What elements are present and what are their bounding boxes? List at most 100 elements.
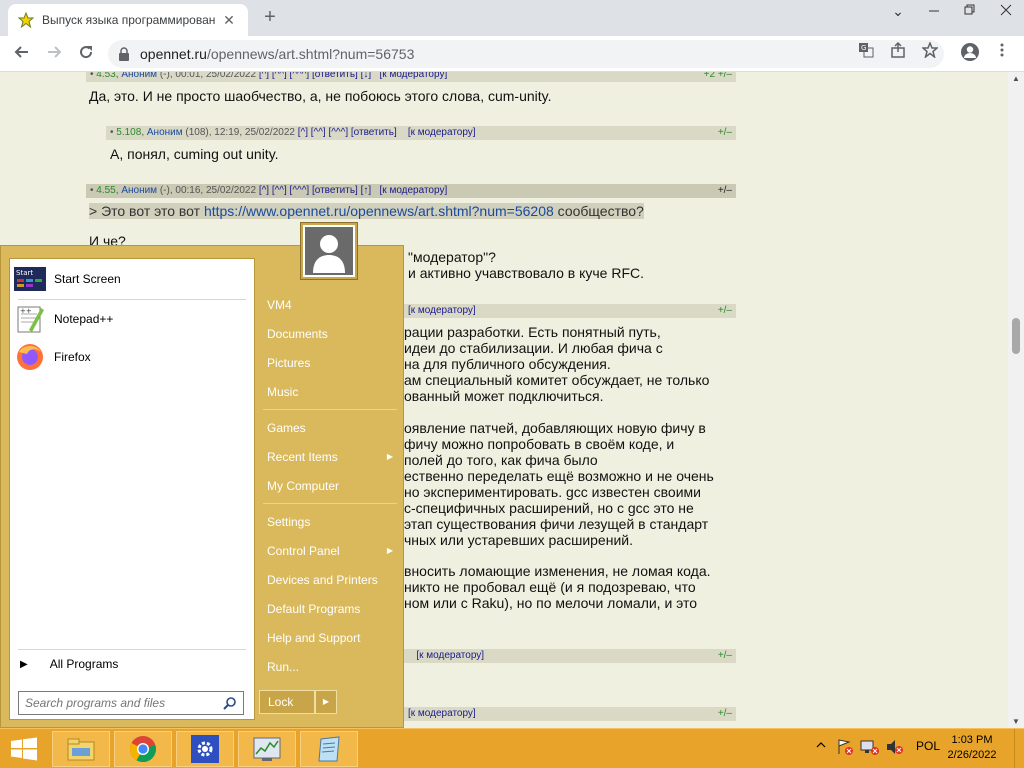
start-link-pictures[interactable]: Pictures — [263, 352, 399, 374]
start-menu-programs-pane: Start Start Screen ++ Notepad++ Firefox … — [9, 258, 255, 720]
menu-kebab-icon[interactable] — [990, 42, 1014, 66]
all-programs-button[interactable]: ▶ All Programs — [20, 657, 118, 671]
comment-author[interactable]: Аноним — [147, 127, 183, 138]
start-link-devices-printers[interactable]: Devices and Printers — [263, 569, 399, 591]
comment-score[interactable]: +/– — [718, 304, 732, 318]
show-desktop-button[interactable] — [1014, 729, 1024, 768]
windows-start-button[interactable] — [10, 737, 38, 761]
comment-author[interactable]: Аноним — [121, 185, 157, 196]
star-favicon-icon — [18, 12, 34, 28]
share-icon[interactable] — [886, 41, 910, 66]
comment-text: А, понял, cuming out unity. — [110, 146, 279, 162]
start-item-firefox[interactable]: Firefox — [14, 339, 250, 375]
start-item-start-screen[interactable]: Start Start Screen — [14, 261, 250, 297]
comment-links[interactable]: [^] [^^] [^^^] [ответить] [↓] — [259, 72, 371, 80]
tab-title: Выпуск языка программирован — [42, 13, 216, 27]
moderator-link[interactable]: [к модератору] — [408, 708, 476, 719]
taskbar-settings[interactable] — [176, 731, 234, 767]
comment-header: • 5.108, Аноним (108), 12:19, 25/02/2022… — [106, 126, 736, 140]
separator — [18, 649, 246, 650]
close-window-button[interactable] — [988, 0, 1024, 24]
start-link-settings[interactable]: Settings — [263, 511, 399, 533]
back-button[interactable] — [10, 42, 34, 66]
comment-number[interactable]: 4.53 — [96, 72, 115, 80]
start-link-vm4[interactable]: VM4 — [263, 294, 399, 316]
tab-search-icon[interactable]: ⌄ — [880, 0, 916, 24]
start-item-notepadpp[interactable]: ++ Notepad++ — [14, 301, 250, 337]
user-account-picture[interactable] — [301, 223, 357, 279]
start-link-run[interactable]: Run... — [263, 656, 399, 678]
back-arrow-icon — [14, 46, 28, 58]
start-search-input[interactable] — [25, 696, 223, 710]
action-center-flag-icon[interactable] — [836, 739, 854, 758]
comment-author[interactable]: Аноним — [121, 72, 157, 80]
minimize-button[interactable] — [916, 0, 952, 24]
comment-links[interactable]: [^] [^^] [^^^] [ответить] [↑] — [259, 185, 371, 196]
start-link-music[interactable]: Music — [263, 381, 399, 403]
taskbar-clock[interactable]: 1:03 PM 2/26/2022 — [942, 733, 1002, 763]
browser-tab[interactable]: Выпуск языка программирован ✕ — [8, 4, 248, 36]
lock-options-arrow-icon[interactable]: ▶ — [315, 690, 337, 714]
scroll-up-icon[interactable]: ▲ — [1011, 74, 1021, 83]
network-status-icon[interactable] — [860, 739, 880, 758]
profile-avatar-icon[interactable] — [958, 42, 982, 66]
comment-score[interactable]: +/– — [718, 649, 732, 663]
comment-text-line: идеи до стабилизации. И любая фича с — [404, 340, 663, 356]
start-link-recent-items[interactable]: Recent Items ▶ — [263, 446, 399, 468]
submenu-arrow-icon: ▶ — [386, 452, 393, 461]
clock-time: 1:03 PM — [951, 734, 993, 746]
new-tab-button[interactable]: + — [258, 6, 282, 30]
comment-header: [к модератору] +/– — [404, 649, 736, 663]
comment-links[interactable]: [^] [^^] [^^^] [ответить] — [298, 127, 397, 138]
start-link-help-support[interactable]: Help and Support — [263, 627, 399, 649]
start-link-label: Recent Items — [267, 450, 338, 464]
moderator-link[interactable]: [к модератору] — [416, 650, 484, 661]
lock-button[interactable]: Lock — [259, 690, 315, 714]
start-search-box[interactable] — [18, 691, 244, 715]
search-icon[interactable] — [223, 696, 237, 710]
taskbar-task-manager[interactable] — [238, 731, 296, 767]
moderator-link[interactable]: [к модератору] — [408, 127, 476, 138]
tray-overflow-icon[interactable] — [816, 739, 826, 753]
notepadpp-icon: ++ — [14, 303, 46, 335]
scroll-down-icon[interactable]: ▼ — [1011, 717, 1021, 726]
start-link-my-computer[interactable]: My Computer — [263, 475, 399, 497]
lock-icon[interactable] — [118, 47, 130, 61]
taskbar-file-explorer[interactable] — [52, 731, 110, 767]
tab-close-icon[interactable]: ✕ — [220, 12, 238, 29]
comment-score[interactable]: +/– — [718, 707, 732, 721]
restore-button[interactable] — [952, 0, 988, 24]
taskbar-notepad[interactable] — [300, 731, 358, 767]
start-link-default-programs[interactable]: Default Programs — [263, 598, 399, 620]
scroll-thumb[interactable] — [1012, 318, 1020, 354]
comment-score[interactable]: +/– — [718, 184, 732, 198]
comment-score[interactable]: +/– — [718, 126, 732, 140]
firefox-icon — [14, 341, 46, 373]
comment-number[interactable]: 5.108 — [116, 127, 141, 138]
volume-muted-icon[interactable] — [886, 739, 904, 758]
translate-icon[interactable]: G — [854, 42, 878, 66]
address-bar[interactable]: opennet.ru/opennews/art.shtml?num=56753 — [108, 40, 944, 68]
page-scrollbar[interactable]: ▲ ▼ — [1008, 72, 1024, 728]
comment-text-line: полей до того, как фича было — [404, 452, 598, 468]
moderator-link[interactable]: [к модератору] — [380, 72, 448, 80]
moderator-link[interactable]: [к модератору] — [408, 305, 476, 316]
user-avatar-icon — [305, 227, 353, 275]
language-indicator[interactable]: POL — [916, 739, 940, 753]
start-link-games[interactable]: Games — [263, 417, 399, 439]
notepad-icon — [318, 736, 340, 762]
comment-number[interactable]: 4.55 — [96, 185, 115, 196]
comment-text-line: чных или устаревших расширений. — [404, 532, 633, 548]
quote-link[interactable]: https://www.opennet.ru/opennews/art.shtm… — [204, 203, 554, 219]
moderator-link[interactable]: [к модератору] — [380, 185, 448, 196]
start-link-documents[interactable]: Documents — [263, 323, 399, 345]
bookmark-star-icon[interactable] — [918, 40, 942, 66]
task-manager-icon — [253, 737, 281, 761]
forward-button[interactable] — [42, 42, 66, 66]
comment-text-line: ном или с Raku), но по мелочи ломали, и … — [404, 595, 698, 611]
taskbar-chrome[interactable] — [114, 731, 172, 767]
comment-score[interactable]: +2 +/– — [704, 72, 732, 82]
separator — [18, 299, 246, 300]
start-link-control-panel[interactable]: Control Panel ▶ — [263, 540, 399, 562]
reload-button[interactable] — [74, 42, 98, 66]
